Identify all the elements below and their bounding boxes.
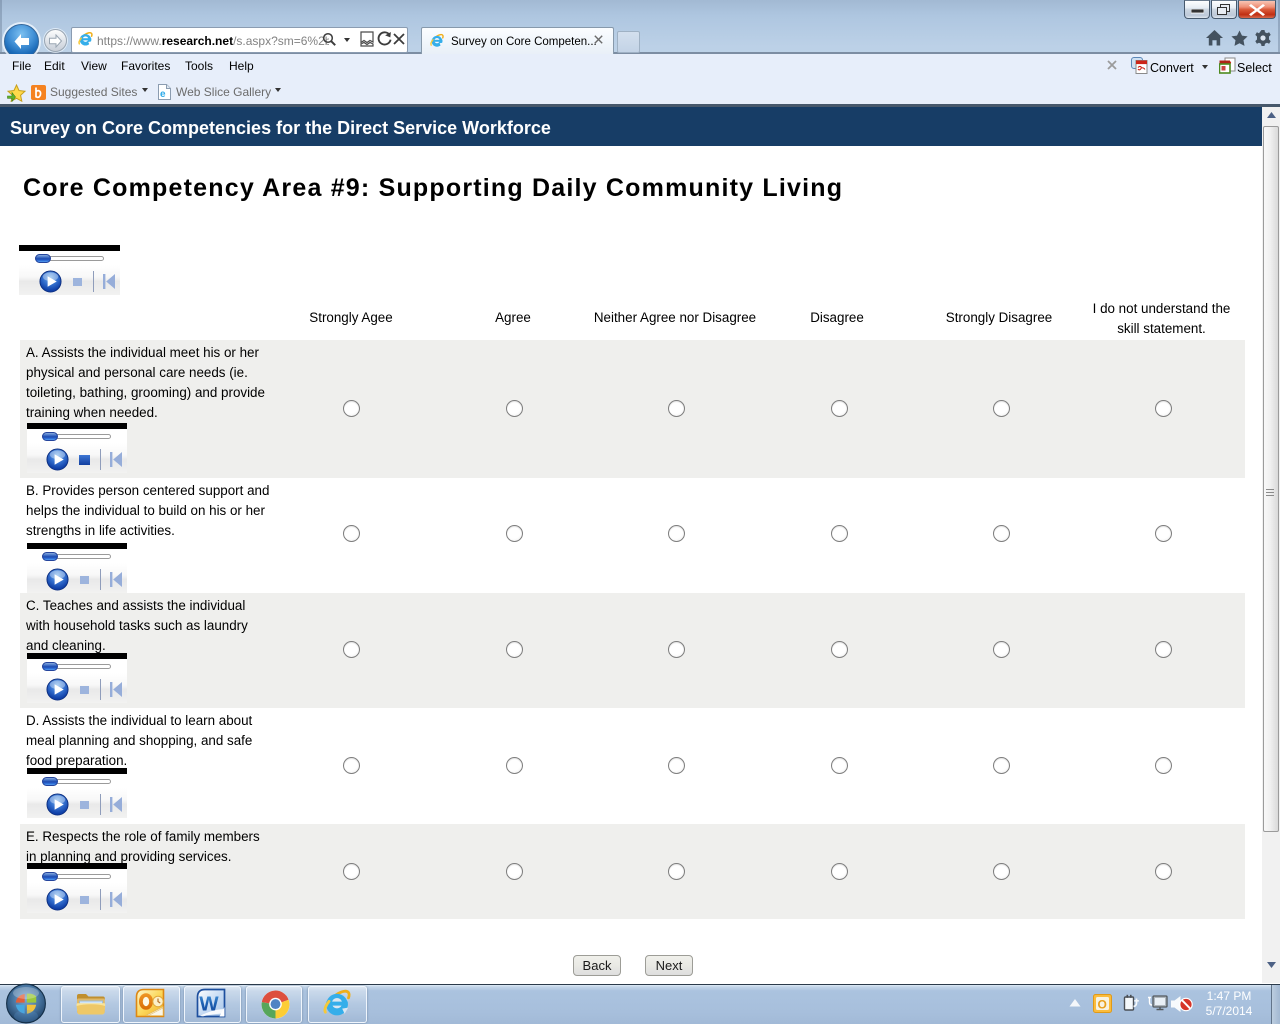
svg-text:O: O xyxy=(1098,998,1107,1012)
svg-text:e: e xyxy=(160,89,166,100)
